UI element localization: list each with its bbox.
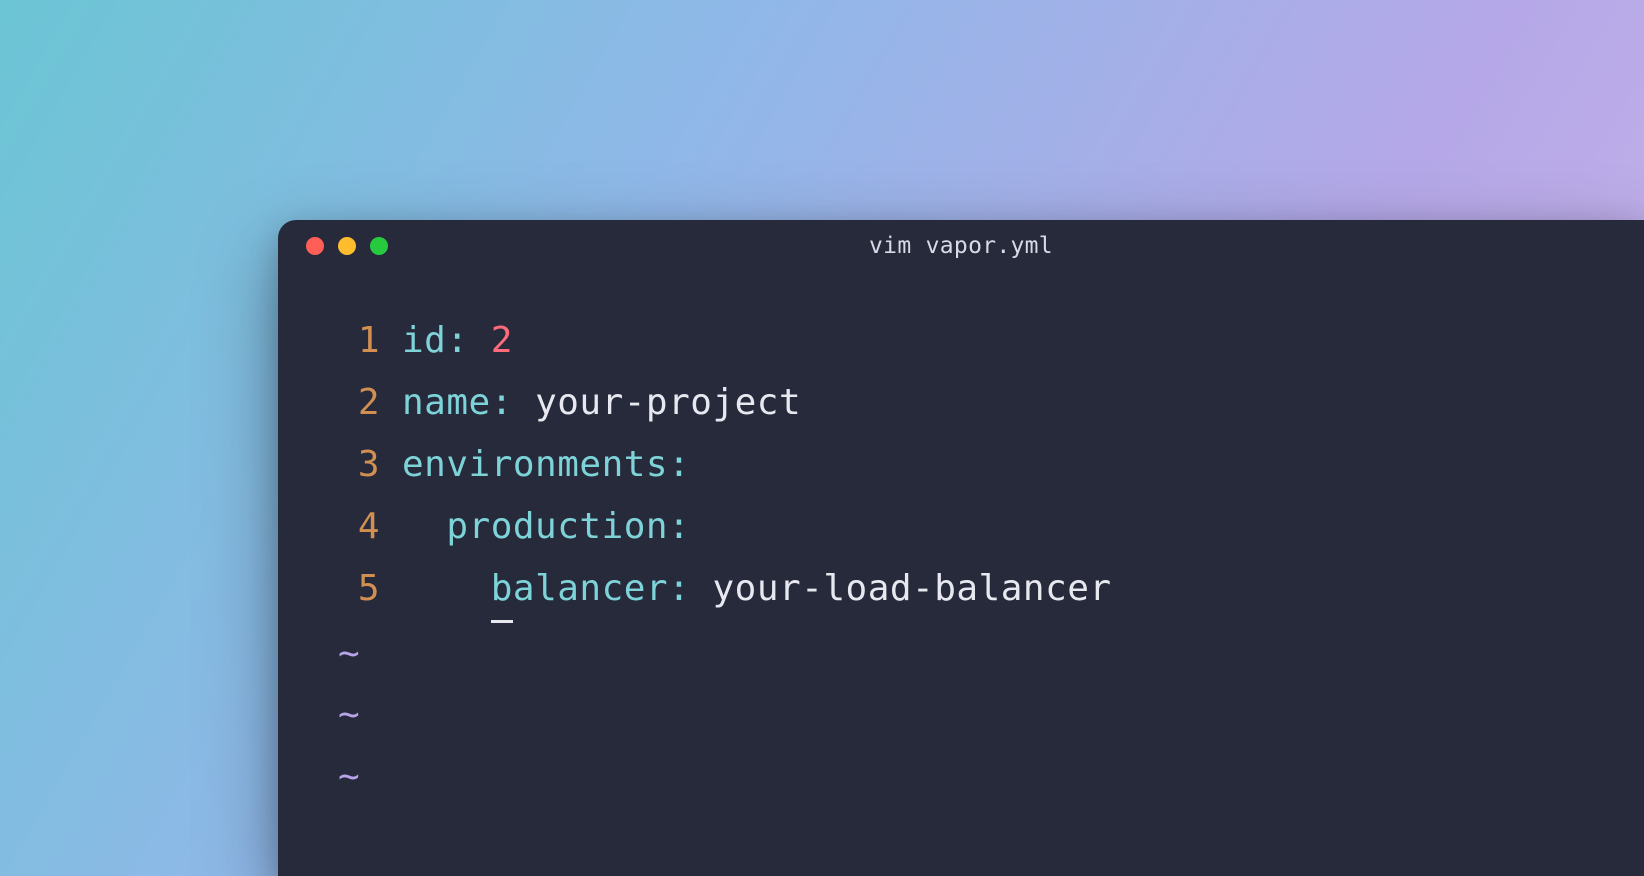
yaml-value: your-load-balancer bbox=[690, 558, 1111, 623]
vim-tilde: ~ bbox=[336, 684, 1586, 746]
yaml-colon: : bbox=[491, 372, 513, 434]
cursor: b bbox=[491, 558, 513, 623]
yaml-colon: : bbox=[668, 496, 690, 558]
traffic-lights bbox=[306, 237, 388, 255]
yaml-key: environments bbox=[402, 434, 668, 496]
indent bbox=[402, 496, 446, 558]
line-number: 5 bbox=[336, 558, 380, 623]
yaml-key: name bbox=[402, 372, 491, 434]
close-button[interactable] bbox=[306, 237, 324, 255]
yaml-value: your-project bbox=[513, 372, 801, 434]
code-line: 4 production: bbox=[336, 496, 1586, 558]
window-title: vim vapor.yml bbox=[869, 233, 1053, 259]
editor-content[interactable]: 1id: 2 2name: your-project 3environments… bbox=[278, 272, 1644, 846]
vim-tilde: ~ bbox=[336, 746, 1586, 808]
yaml-key: production bbox=[446, 496, 668, 558]
minimize-button[interactable] bbox=[338, 237, 356, 255]
vim-tilde: ~ bbox=[336, 623, 1586, 685]
code-line: 2 name: your-project bbox=[336, 372, 1586, 434]
line-number: 1 bbox=[336, 310, 380, 372]
yaml-key: balancer bbox=[491, 558, 668, 623]
code-line: 1 id: 2 bbox=[336, 310, 1586, 372]
yaml-value: 2 bbox=[491, 310, 513, 372]
line-number: 3 bbox=[336, 434, 380, 496]
yaml-colon: : bbox=[668, 434, 690, 496]
terminal-window: vim vapor.yml 1id: 2 2name: your-project… bbox=[278, 220, 1644, 876]
line-number: 4 bbox=[336, 496, 380, 558]
code-line: 5 balancer: your-load-balancer bbox=[336, 558, 1586, 623]
maximize-button[interactable] bbox=[370, 237, 388, 255]
yaml-key: id bbox=[402, 310, 446, 372]
indent bbox=[402, 558, 491, 623]
yaml-colon: : bbox=[668, 558, 690, 623]
line-number: 2 bbox=[336, 372, 380, 434]
yaml-colon: : bbox=[446, 310, 468, 372]
code-line: 3 environments: bbox=[336, 434, 1586, 496]
window-titlebar: vim vapor.yml bbox=[278, 220, 1644, 272]
